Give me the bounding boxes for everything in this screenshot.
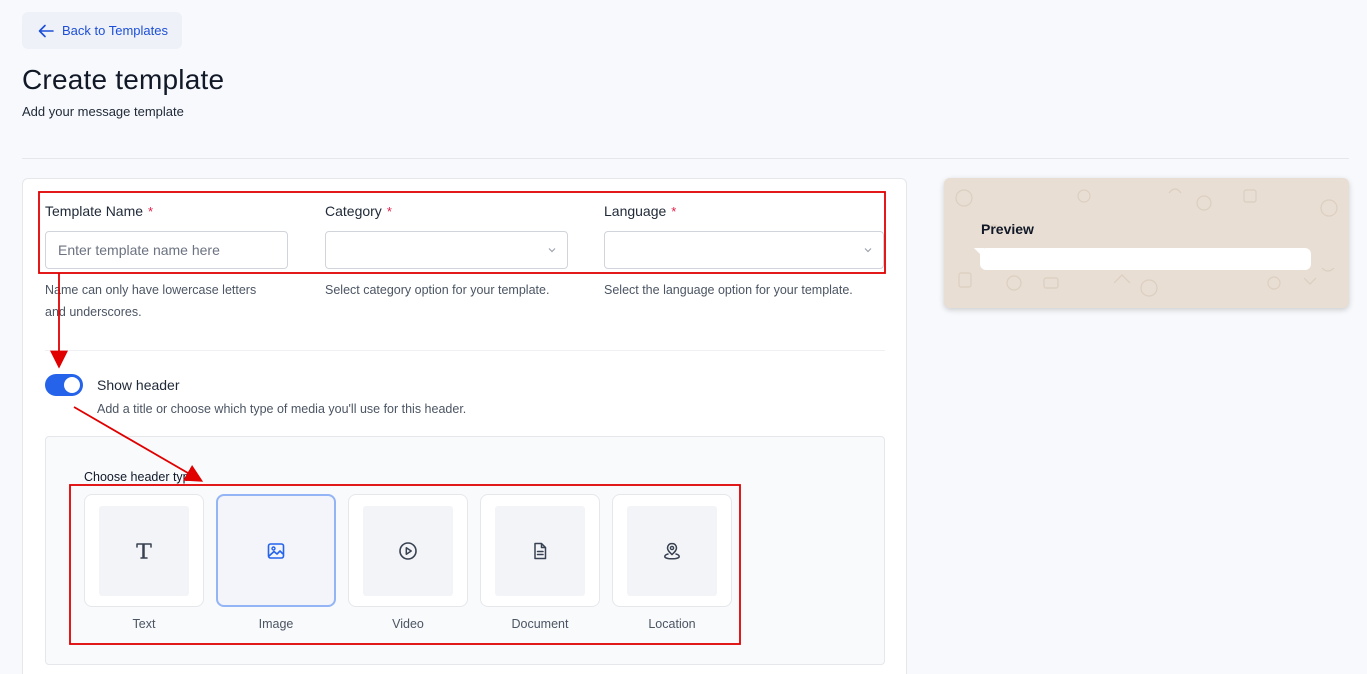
- category-select[interactable]: [325, 231, 568, 269]
- toggle-knob: [64, 377, 80, 393]
- header-type-image: Image: [216, 494, 336, 631]
- template-name-label: Template Name: [45, 203, 144, 219]
- show-header-toggle[interactable]: [45, 374, 83, 396]
- back-button-label: Back to Templates: [62, 23, 168, 38]
- language-select[interactable]: [604, 231, 884, 269]
- preview-title: Preview: [981, 221, 1034, 237]
- header-type-location-card[interactable]: [612, 494, 732, 607]
- header-type-text-card[interactable]: [84, 494, 204, 607]
- category-field: Category * Select category option for yo…: [325, 203, 575, 297]
- preview-panel: Preview: [944, 178, 1349, 308]
- chevron-down-icon: [548, 248, 556, 253]
- header-type-document-label: Document: [511, 617, 569, 631]
- choose-header-type-label: Choose header type: [84, 470, 197, 484]
- required-mark: *: [148, 203, 154, 219]
- category-help: Select category option for your template…: [325, 283, 550, 297]
- template-form-card: Template Name * Name can only have lower…: [22, 178, 907, 674]
- chevron-down-icon: [864, 248, 872, 253]
- header-type-text: Text: [84, 494, 204, 631]
- back-to-templates-button[interactable]: Back to Templates: [22, 12, 182, 49]
- show-header-label: Show header: [97, 377, 180, 393]
- template-name-input[interactable]: [45, 231, 288, 269]
- location-icon: [664, 542, 680, 560]
- text-icon: [136, 542, 152, 559]
- required-mark: *: [671, 203, 677, 219]
- language-label: Language: [604, 203, 667, 219]
- header-type-image-card[interactable]: [216, 494, 336, 607]
- video-icon: [399, 541, 417, 560]
- header-type-document-card[interactable]: [480, 494, 600, 607]
- page-title: Create template: [22, 64, 225, 95]
- document-icon: [534, 542, 547, 559]
- header-type-image-label: Image: [258, 617, 294, 631]
- language-help: Select the language option for your temp…: [604, 283, 853, 297]
- header-type-video-label: Video: [392, 617, 424, 631]
- required-mark: *: [386, 203, 392, 219]
- language-field: Language * Select the language option fo…: [604, 203, 884, 297]
- header-type-panel: Choose header type Text Image Video Docu…: [45, 436, 885, 665]
- show-header-help: Add a title or choose which type of medi…: [97, 402, 467, 416]
- header-type-location: Location: [612, 494, 732, 631]
- arrow-left-icon: [38, 24, 54, 37]
- preview-message-bubble: [980, 248, 1311, 270]
- chat-wallpaper-pattern: [955, 188, 1338, 297]
- header-type-video: Video: [348, 494, 468, 631]
- template-name-help: Name can only have lowercase letters and…: [45, 283, 257, 319]
- category-label: Category: [325, 203, 382, 219]
- page-subtitle: Add your message template: [22, 104, 184, 119]
- header-type-document: Document: [480, 494, 600, 631]
- header-type-video-card[interactable]: [348, 494, 468, 607]
- header-type-location-label: Location: [648, 617, 696, 631]
- page-divider: [22, 158, 1349, 159]
- header-type-text-label: Text: [132, 617, 156, 631]
- section-divider: [45, 350, 885, 351]
- image-icon: [267, 542, 285, 559]
- template-name-field: Template Name * Name can only have lower…: [45, 203, 295, 319]
